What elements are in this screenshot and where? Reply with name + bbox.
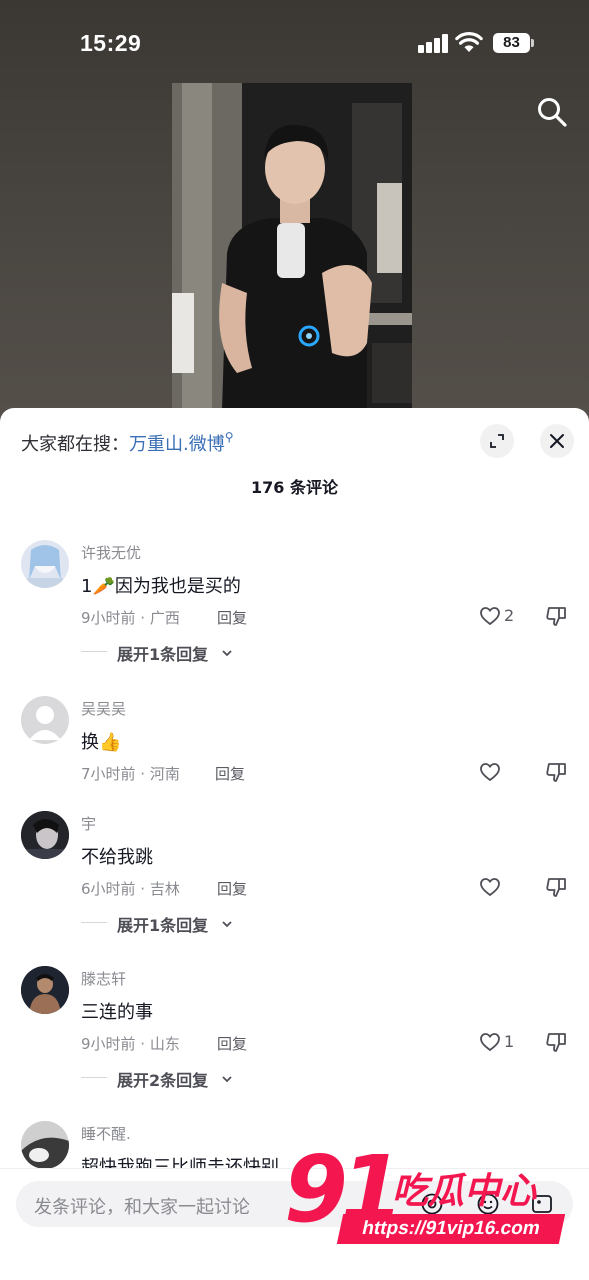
close-icon [550,434,564,448]
close-sheet-button[interactable] [540,424,574,458]
dislike-icon[interactable] [545,876,567,898]
avatar[interactable] [21,696,69,744]
comment-text: 三连的事 [81,1002,153,1023]
battery-tip [531,39,534,47]
chevron-down-icon [222,650,232,657]
wifi-icon [455,32,483,52]
comment-username[interactable]: 滕志轩 [81,968,126,989]
comments-count-title: 176 条评论 [251,478,338,497]
reply-button[interactable]: 回复 [217,878,247,899]
expand-replies-button[interactable]: 展开1条回复 [117,641,208,665]
video-frame-image [172,83,412,410]
expand-replies-button[interactable]: 展开1条回复 [117,912,208,936]
expand-divider [81,922,107,923]
chevron-down-icon [222,1076,232,1083]
comment-meta: 9小时前 · 广西 [81,609,180,627]
video-frame[interactable] [172,83,412,410]
dislike-icon[interactable] [545,1031,567,1053]
expand-divider [81,1077,107,1078]
status-time: 15:29 [80,30,142,56]
comment-input-placeholder: 发条评论，和大家一起讨论 [34,1197,250,1218]
avatar[interactable] [21,1121,69,1169]
heart-icon[interactable] [479,761,501,783]
comment-meta: 7小时前 · 河南 [81,765,180,783]
heart-icon[interactable] [479,605,501,627]
comment-meta: 6小时前 · 吉林 [81,880,180,898]
reply-button[interactable]: 回复 [217,1033,247,1054]
comment-username[interactable]: 吴吴吴 [81,698,126,719]
avatar[interactable] [21,540,69,588]
search-icon[interactable] [536,96,568,128]
expand-icon [490,434,504,448]
cellular-signal-icon [418,33,448,53]
reply-button[interactable]: 回复 [215,763,245,784]
small-search-icon: ⚲ [224,430,234,444]
comment-meta: 9小时前 · 山东 [81,1035,180,1053]
hot-search-prefix: 大家都在搜： [21,434,129,455]
avatar[interactable] [21,811,69,859]
comment-username[interactable]: 许我无优 [81,542,141,563]
watermark-url: https://91vip16.com [336,1214,566,1244]
battery-indicator: 83 [493,33,530,53]
heart-icon[interactable] [479,876,501,898]
chevron-down-icon [222,921,232,928]
like-count: 2 [504,606,515,625]
expand-divider [81,651,107,652]
expand-replies-button[interactable]: 展开2条回复 [117,1067,208,1091]
comment-text: 不给我跳 [81,847,153,868]
dislike-icon[interactable] [545,761,567,783]
comment-text: 换👍 [81,732,122,753]
like-count: 1 [504,1032,515,1051]
watermark-brand: 吃瓜中心 [392,1171,537,1212]
comment-username[interactable]: 睡不醒. [81,1123,131,1144]
heart-icon[interactable] [479,1031,501,1053]
comment-username[interactable]: 宇 [81,813,96,834]
expand-sheet-button[interactable] [480,424,514,458]
dislike-icon[interactable] [545,605,567,627]
reply-button[interactable]: 回复 [217,607,247,628]
avatar[interactable] [21,966,69,1014]
status-bar: 15:29 83 [0,0,589,86]
watermark-logo: 91 吃瓜中心 https://91vip16.com [284,1140,584,1254]
video-player[interactable]: 15:29 83 [0,0,589,430]
hot-search-bar[interactable]: 大家都在搜：万重山.微博⚲ [21,430,234,456]
comment-text: 1🥕因为我也是买的 [81,576,241,597]
hot-search-link[interactable]: 万重山.微博 [129,434,225,455]
